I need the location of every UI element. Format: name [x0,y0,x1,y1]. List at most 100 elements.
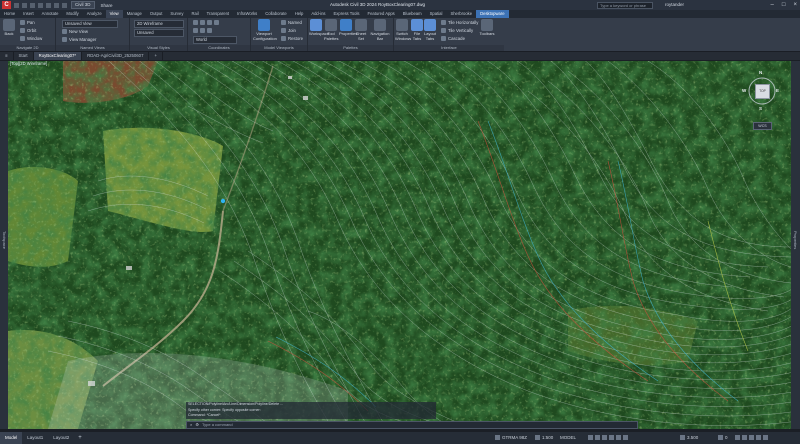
file-tabs-icon [411,19,423,31]
undo-icon[interactable] [54,2,59,8]
compass-north[interactable]: N [759,70,762,75]
ribbon-tab[interactable]: Output [146,10,167,18]
wcs-menu[interactable]: WCS [753,122,772,130]
ribbon-tab[interactable]: Spatial [426,10,447,18]
open-icon[interactable] [22,2,27,8]
panel-navigate-2d: Back Pan Orbit Window Navigate 2D [0,18,56,51]
ribbon-tab[interactable]: Annotate [38,10,63,18]
viewport-config-button[interactable]: Viewport Configuration [253,19,277,41]
ribbon-tab[interactable]: Modify [62,10,82,18]
close-icon[interactable]: × [793,0,797,10]
ucs-icon [193,20,198,25]
ribbon-tab[interactable]: Sherbrooke [446,10,476,18]
command-line[interactable]: × ⚙ Type a command [186,421,638,429]
ribbon-tab[interactable]: Rail [187,10,202,18]
file-tab[interactable]: Start [14,52,34,60]
ribbon-tab[interactable]: Analyze [83,10,106,18]
ribbon-tab[interactable]: Express Tools [330,10,364,18]
orbit-button[interactable]: Orbit [20,28,36,33]
redo-icon[interactable] [62,2,67,8]
new-icon[interactable] [14,2,19,8]
ribbon-tab[interactable]: Desktopware [476,10,509,18]
properties-button[interactable]: Properties [339,19,357,37]
search-input[interactable]: Type a keyword or phrase [597,2,653,9]
ribbon-tab[interactable]: Transparent [203,10,233,18]
user-account[interactable]: roytander [665,0,684,10]
switch-windows-button[interactable]: Switch Windows [395,19,411,41]
ucs-dropdown[interactable]: World [193,36,237,44]
navigation-bar-button[interactable]: Navigation Bar [369,19,391,41]
ribbon-tab[interactable]: Featured Apps [364,10,399,18]
layout-tab[interactable]: Layout2 [48,432,74,444]
save-as-icon[interactable] [38,2,43,8]
ribbon-tab[interactable]: Help [291,10,308,18]
plot-icon[interactable] [46,2,51,8]
view-dropdown[interactable]: Unsaved View [62,20,118,28]
layout-tab[interactable]: Layout1 [22,432,48,444]
lineweight-icon [623,435,628,441]
wrench-icon[interactable]: ⚙ [195,422,199,427]
back-button[interactable]: Back [2,19,16,37]
compass-east[interactable]: E [776,88,779,93]
toolbars-button[interactable]: Toolbars [479,19,495,37]
close-icon[interactable]: × [190,422,192,427]
drawing-viewport[interactable] [8,61,791,429]
properties-palette-strip[interactable]: Properties [791,61,800,429]
tile-horizontally-button[interactable]: Tile Horizontally [441,20,478,25]
minimize-icon[interactable]: – [771,0,774,10]
share-button[interactable]: Share [101,3,113,8]
ribbon-tab[interactable]: Survey [166,10,187,18]
named-viewports-button[interactable]: Named [281,20,302,25]
ribbon-tab[interactable]: Home [0,10,19,18]
compass-south[interactable]: S [759,106,762,111]
layout-tab[interactable]: Model [0,432,23,444]
add-layout-icon[interactable]: + [74,432,86,444]
join-viewports-button[interactable]: Join [281,28,296,33]
compass-west[interactable]: W [742,88,746,93]
file-tab[interactable]: RoyBoxClearing07* [33,52,83,60]
workspace-dropdown[interactable]: Civil 3D [71,1,95,9]
menu-icon[interactable]: ≡ [0,52,14,60]
view-manager-button[interactable]: View Manager [62,37,96,42]
elevation[interactable]: 0 [718,433,728,443]
viewcube[interactable]: TOP [755,84,770,99]
file-tabs-button[interactable]: File Tabs [411,19,423,41]
restore-viewports-button[interactable]: Restore [281,36,303,41]
new-view-icon [62,29,67,34]
maximize-icon[interactable]: □ [782,0,786,10]
new-tab-icon[interactable]: + [149,52,163,60]
tile-vertically-button[interactable]: Tile Vertically [441,28,473,33]
ribbon-tab[interactable]: InfraWorks [233,10,261,18]
visual-style-dropdown[interactable]: 2D Wireframe [134,20,184,28]
command-input[interactable]: Type a command [202,422,233,427]
save-icon[interactable] [30,2,35,8]
ribbon-tab[interactable]: Insert [19,10,37,18]
visual-style-unsaved-dropdown[interactable]: Unsaved [134,29,184,37]
layout-tabs-button[interactable]: Layout Tabs [424,19,436,41]
panel-label: Named Views [56,45,129,51]
ribbon-tab[interactable]: Collaborate [261,10,290,18]
viewport-label[interactable]: [Top][2D Wireframe] [10,61,47,66]
app-logo[interactable]: C [2,1,11,9]
ucs-tools-2[interactable] [193,28,212,33]
ribbon-tab[interactable]: View [105,10,123,18]
status-right-tools[interactable] [735,433,770,443]
ribbon-tab[interactable]: Add-ins [307,10,329,18]
ucs-tools[interactable] [193,20,219,25]
zoom-window-button[interactable]: Window [20,36,42,41]
ribbon-tab[interactable]: Manage [123,10,146,18]
sheet-set-button[interactable]: Sheet Set [354,19,368,41]
file-tab[interactable]: RDAD-AgriCivil3D_25250607 [82,52,150,60]
cascade-button[interactable]: Cascade [441,36,465,41]
ribbon-tab[interactable]: Bluebeam [399,10,426,18]
zoom-level[interactable]: 3.500 [680,433,698,443]
tool-palettes-button[interactable]: Tool Palettes [324,19,338,41]
model-space-toggle[interactable]: MODEL [560,433,576,443]
toolspace-palette-strip[interactable]: Toolspace [0,61,8,429]
pan-button[interactable]: Pan [20,20,35,25]
new-view-button[interactable]: New View [62,29,88,34]
annotation-scale[interactable]: 1:500 [535,433,553,443]
coordinate-system[interactable]: GTRMA 98Z [495,433,527,443]
status-tools[interactable] [588,433,630,443]
workspace-palette-button[interactable]: Workspace [309,19,329,37]
